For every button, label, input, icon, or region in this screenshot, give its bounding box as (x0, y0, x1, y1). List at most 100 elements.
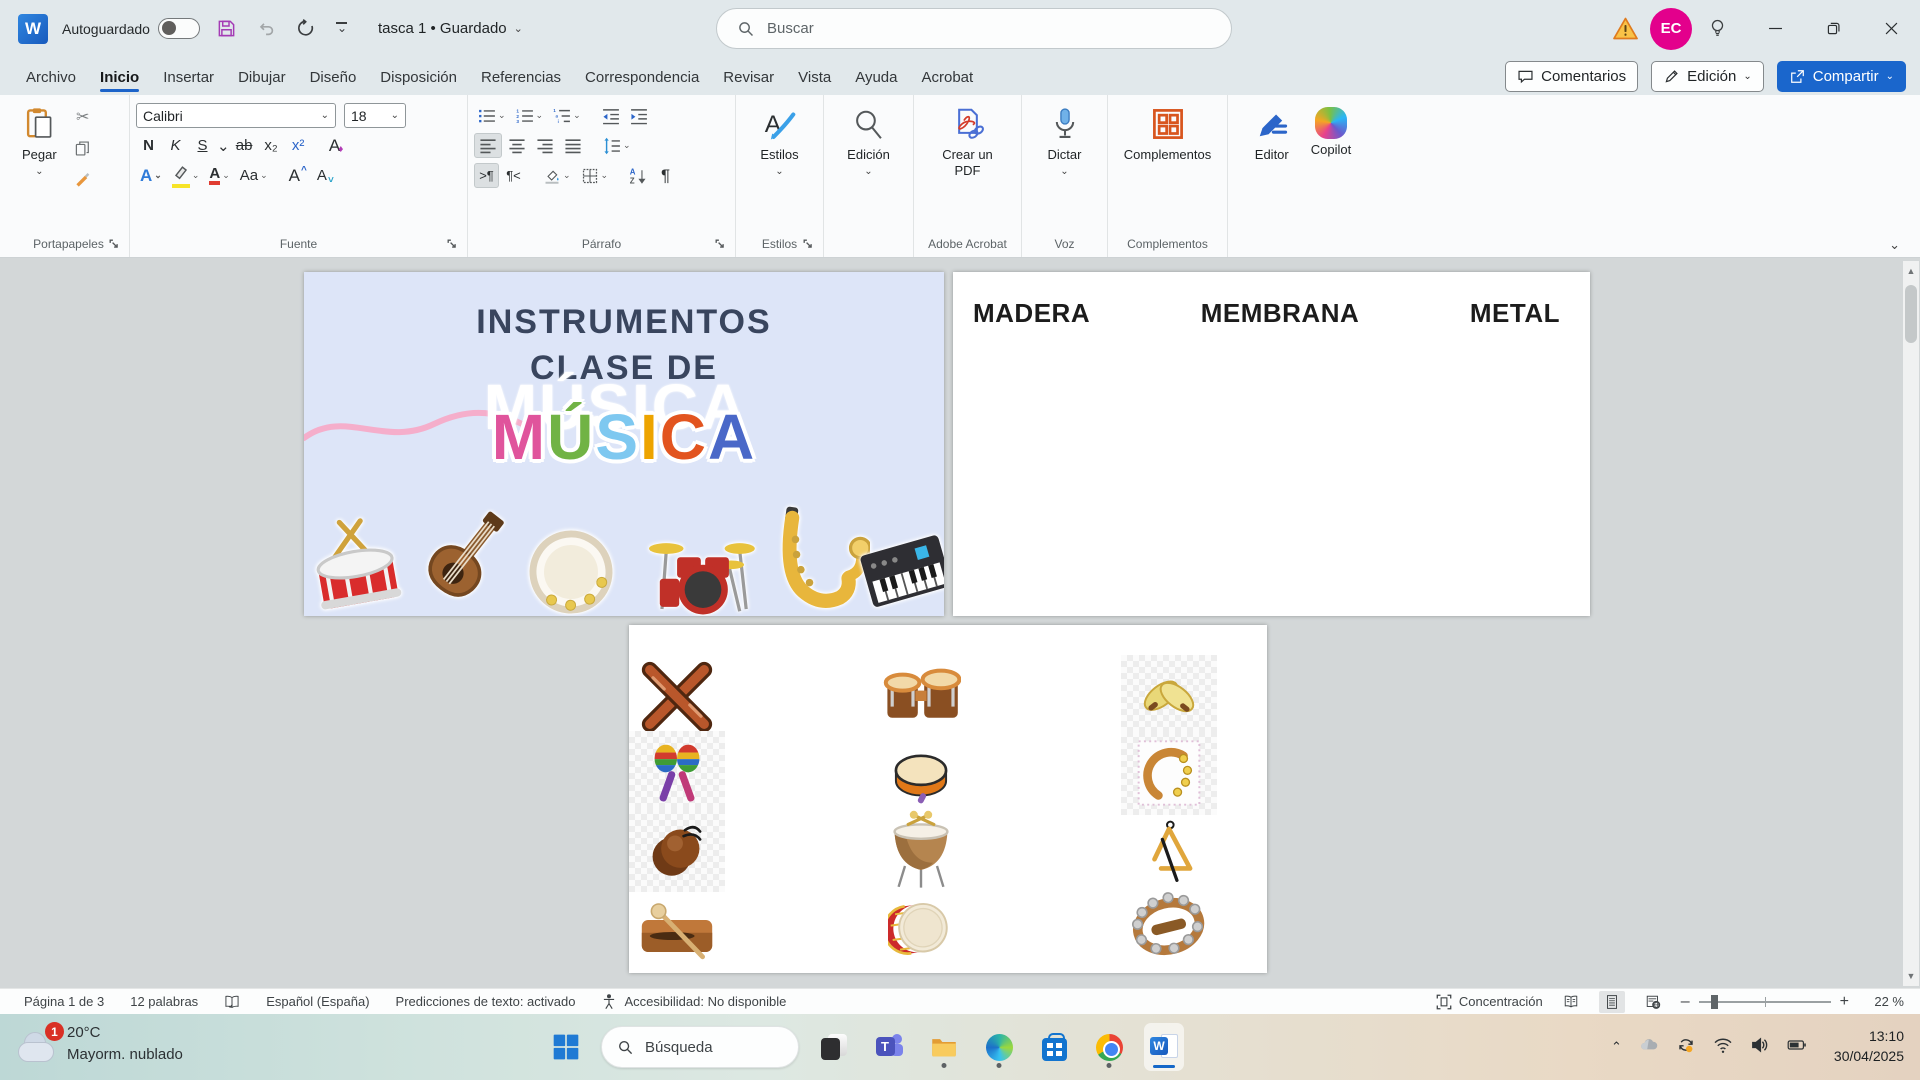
minimize-button[interactable] (1746, 0, 1804, 57)
start-button[interactable] (546, 1023, 586, 1071)
document-page-1[interactable]: INSTRUMENTOS CLASE DE MÚSICA MÚSICA (304, 272, 944, 616)
shrink-font-button[interactable]: A˅ (313, 163, 338, 188)
read-mode-button[interactable] (1558, 991, 1584, 1013)
focus-mode-button[interactable]: Concentración (1436, 994, 1543, 1010)
scrollbar-thumb[interactable] (1905, 285, 1917, 343)
line-spacing-button[interactable]: ⌄ (599, 133, 635, 158)
close-button[interactable] (1862, 0, 1920, 57)
word-app-icon[interactable]: W (18, 14, 48, 44)
autosave-toggle[interactable] (158, 18, 200, 39)
document-title[interactable]: tasca 1 • Guardado⌄ (378, 20, 523, 37)
font-size-combo[interactable]: 18⌄ (344, 103, 406, 128)
bullets-button[interactable]: ⌄ (474, 103, 510, 128)
editor-button[interactable]: Editor (1247, 103, 1297, 233)
instrument-cymbals[interactable] (1121, 655, 1217, 739)
font-name-combo[interactable]: Calibri⌄ (136, 103, 336, 128)
battery-icon[interactable] (1787, 1035, 1807, 1060)
language-indicator[interactable]: Español (España) (266, 994, 369, 1009)
decrease-indent-button[interactable] (598, 103, 624, 128)
share-button[interactable]: Compartir⌄ (1777, 61, 1906, 92)
tab-revisar[interactable]: Revisar (711, 61, 786, 95)
align-center-button[interactable] (504, 133, 530, 158)
superscript-button[interactable]: x² (286, 133, 311, 158)
addins-button[interactable]: Complementos (1116, 103, 1219, 233)
tab-correspondencia[interactable]: Correspondencia (573, 61, 711, 95)
zoom-in-button[interactable]: + (1840, 993, 1849, 1011)
find-select-button[interactable]: Edición ⌄ (839, 103, 898, 233)
autosave-control[interactable]: Autoguardado (62, 18, 200, 39)
increase-indent-button[interactable] (626, 103, 652, 128)
zoom-level[interactable]: 22 % (1864, 994, 1904, 1009)
copy-button[interactable] (71, 136, 95, 160)
dialog-launcher-icon[interactable] (106, 236, 121, 251)
onedrive-icon[interactable] (1639, 1035, 1659, 1060)
italic-button[interactable]: K (163, 133, 188, 158)
instrument-bass-drum[interactable] (873, 886, 969, 970)
font-color-button[interactable]: A⌄ (205, 163, 233, 188)
underline-button[interactable]: S (190, 133, 215, 158)
grow-font-button[interactable]: A^ (285, 163, 311, 188)
styles-button[interactable]: A Estilos ⌄ (752, 103, 806, 233)
borders-button[interactable]: ⌄ (577, 163, 613, 188)
tab-diseño[interactable]: Diseño (298, 61, 369, 95)
highlight-button[interactable]: ⌄ (168, 163, 204, 188)
wifi-icon[interactable] (1713, 1035, 1733, 1060)
tab-inicio[interactable]: Inicio (88, 61, 151, 95)
text-predictions[interactable]: Predicciones de texto: activado (396, 994, 576, 1009)
align-right-button[interactable] (532, 133, 558, 158)
document-page-3[interactable] (629, 625, 1267, 973)
clear-format-button[interactable]: A♦ (324, 133, 349, 158)
multilevel-list-button[interactable]: 1ai⌄ (549, 103, 585, 128)
ltr-paragraph-button[interactable]: >¶ (474, 163, 499, 188)
tab-acrobat[interactable]: Acrobat (910, 61, 986, 95)
instrument-triangle[interactable] (1121, 808, 1217, 892)
editing-mode-button[interactable]: Edición⌄ (1651, 61, 1764, 92)
cut-button[interactable]: ✂ (71, 105, 95, 129)
scroll-down-icon[interactable]: ▼ (1903, 968, 1919, 984)
change-case-button[interactable]: Aa⌄ (236, 163, 272, 188)
document-area[interactable]: INSTRUMENTOS CLASE DE MÚSICA MÚSICA MADE… (0, 259, 1920, 988)
rtl-paragraph-button[interactable]: ¶< (501, 163, 526, 188)
instrument-timpani[interactable] (873, 808, 969, 892)
tab-dibujar[interactable]: Dibujar (226, 61, 298, 95)
tab-insertar[interactable]: Insertar (151, 61, 226, 95)
taskbar-weather-widget[interactable]: 1 20°C Mayorm. nublado (16, 1022, 183, 1066)
zoom-out-button[interactable]: – (1681, 993, 1690, 1011)
scroll-up-icon[interactable]: ▲ (1903, 263, 1919, 279)
chrome-icon[interactable] (1089, 1023, 1129, 1071)
sort-button[interactable]: AZ (625, 163, 651, 188)
document-page-2[interactable]: MADERA MEMBRANA METAL (953, 272, 1590, 616)
teams-icon[interactable]: T (869, 1023, 909, 1071)
dialog-launcher-icon[interactable] (444, 236, 459, 251)
store-icon[interactable] (1034, 1023, 1074, 1071)
taskbar-search[interactable]: Búsqueda (601, 1026, 799, 1068)
web-layout-button[interactable] (1640, 991, 1666, 1013)
restore-button[interactable] (1804, 0, 1862, 57)
tab-vista[interactable]: Vista (786, 61, 843, 95)
paste-button[interactable]: Pegar ⌄ (14, 103, 65, 233)
save-icon[interactable] (214, 16, 240, 42)
instrument-castanets[interactable] (629, 808, 725, 892)
shading-button[interactable]: ⌄ (539, 163, 575, 188)
instrument-bongos[interactable] (873, 655, 969, 739)
comments-button[interactable]: Comentarios (1505, 61, 1638, 92)
collapse-ribbon-icon[interactable]: ⌄ (1889, 237, 1900, 253)
vertical-scrollbar[interactable]: ▲ ▼ (1903, 261, 1919, 986)
copilot-button[interactable]: Copilot (1303, 103, 1359, 233)
redo-icon[interactable] (294, 16, 320, 42)
dialog-launcher-icon[interactable] (800, 236, 815, 251)
tray-chevron-icon[interactable]: ⌃ (1611, 1039, 1622, 1055)
sync-icon[interactable] (1676, 1035, 1696, 1060)
instrument-half-moon-tambourine[interactable] (1121, 731, 1217, 815)
avatar[interactable]: EC (1650, 8, 1692, 50)
page-indicator[interactable]: Página 1 de 3 (24, 994, 104, 1009)
format-painter-button[interactable] (71, 167, 95, 191)
search-input[interactable]: Buscar (716, 8, 1232, 49)
tab-archivo[interactable]: Archivo (14, 61, 88, 95)
dialog-launcher-icon[interactable] (712, 236, 727, 251)
proofing-icon[interactable] (224, 994, 240, 1010)
tab-ayuda[interactable]: Ayuda (843, 61, 909, 95)
instrument-wood-block[interactable] (629, 886, 725, 970)
file-explorer-icon[interactable] (924, 1023, 964, 1071)
instrument-maracas[interactable] (629, 731, 725, 815)
